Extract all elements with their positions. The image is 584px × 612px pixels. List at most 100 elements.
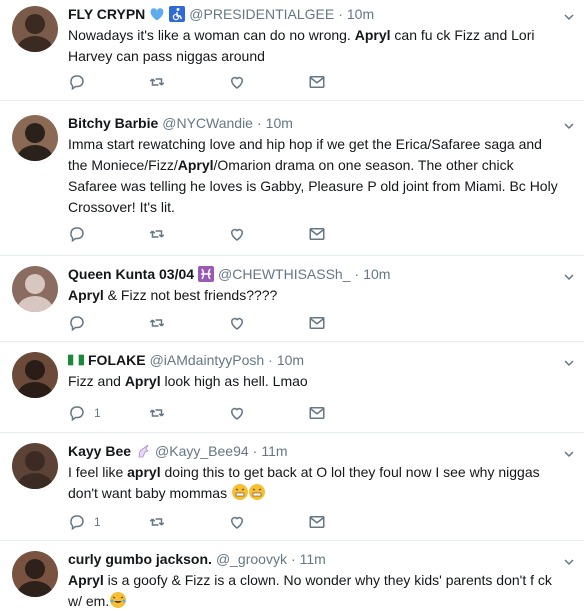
reply-button[interactable] — [68, 314, 148, 332]
reply-button[interactable]: 1 — [68, 404, 148, 422]
display-name[interactable]: curly gumbo jackson. — [68, 551, 212, 567]
reply-button[interactable]: 1 — [68, 513, 148, 531]
highlighted-keyword: Apryl — [177, 157, 214, 173]
tweet-text: Apryl is a goofy & Fizz is a clown. No w… — [68, 570, 560, 612]
avatar[interactable] — [12, 352, 58, 398]
display-name[interactable]: Bitchy Barbie — [68, 115, 158, 131]
tweet-header: Bitchy Barbie @NYCWandie · 10m — [68, 114, 560, 132]
timestamp[interactable]: 10m — [277, 352, 304, 368]
text-segment: Fizz and — [68, 373, 125, 389]
tweet-actions — [68, 225, 388, 243]
avatar[interactable] — [12, 115, 58, 161]
tweet-header: curly gumbo jackson. @_groovyk · 11m — [68, 550, 560, 568]
tweet-header: FLY CRYPN @PRESIDENTIALGEE · 10m — [68, 5, 560, 23]
tweet[interactable]: curly gumbo jackson. @_groovyk · 11m Apryl i… — [0, 541, 584, 609]
chevron-down-icon[interactable] — [564, 269, 574, 281]
retweet-icon — [148, 404, 166, 422]
tweet-actions: 1 — [68, 513, 388, 531]
tweet[interactable]: Queen Kunta 03/04 @CHEWTHISASSh_ · 10m Apryl… — [0, 256, 584, 342]
retweet-button[interactable] — [148, 314, 228, 332]
reply-icon — [68, 404, 86, 422]
separator-dot: · — [268, 352, 273, 368]
timestamp[interactable]: 10m — [266, 115, 293, 131]
direct-message-button[interactable] — [308, 225, 388, 243]
direct-message-button[interactable] — [308, 314, 388, 332]
retweet-icon — [148, 513, 166, 531]
mail-icon — [308, 73, 326, 91]
tweet[interactable]: Kayy Bee @Kayy_Bee94 · 11m I feel like apryl… — [0, 433, 584, 541]
tweet-text: Fizz and Apryl look high as hell. Lmao — [68, 371, 560, 392]
timestamp[interactable]: 11m — [261, 443, 287, 459]
chevron-down-icon[interactable] — [564, 554, 574, 566]
reply-icon — [68, 225, 86, 243]
avatar[interactable] — [12, 266, 58, 312]
display-name[interactable]: FLY CRYPN — [68, 6, 145, 22]
separator-dot: · — [256, 115, 262, 131]
retweet-button[interactable] — [148, 404, 228, 422]
user-handle[interactable]: @_groovyk — [216, 551, 287, 567]
user-handle[interactable]: @Kayy_Bee94 — [155, 443, 249, 459]
display-name[interactable]: Kayy Bee — [68, 443, 131, 459]
reply-count: 1 — [94, 515, 101, 529]
user-handle[interactable]: @CHEWTHISASSh_ — [218, 266, 350, 282]
text-segment: is a goofy & Fizz is a clown. No wonder … — [68, 572, 552, 609]
avatar[interactable] — [12, 551, 58, 597]
chevron-down-icon[interactable] — [564, 9, 574, 21]
direct-message-button[interactable] — [308, 513, 388, 531]
timestamp[interactable]: 10m — [347, 6, 374, 22]
reply-icon — [68, 513, 86, 531]
unicorn-emoji — [135, 443, 151, 459]
display-name[interactable]: FOLAKE — [88, 352, 146, 368]
tweet[interactable]: FOLAKE @iAMdaintyyPosh · 10m Fizz and Apryl … — [0, 342, 584, 433]
like-button[interactable] — [228, 404, 308, 422]
avatar[interactable] — [12, 6, 58, 52]
nigeria-flag-emoji — [68, 352, 88, 368]
tweet[interactable]: FLY CRYPN @PRESIDENTIALGEE · 10m Nowadays it… — [0, 0, 584, 101]
mail-icon — [308, 314, 326, 332]
like-button[interactable] — [228, 513, 308, 531]
chevron-down-icon[interactable] — [564, 446, 574, 458]
text-segment: Nowadays it's like a woman can do no wro… — [68, 27, 355, 43]
avatar[interactable] — [12, 443, 58, 489]
tweet-header: Queen Kunta 03/04 @CHEWTHISASSh_ · 10m — [68, 265, 560, 283]
retweet-icon — [148, 225, 166, 243]
retweet-button[interactable] — [148, 225, 228, 243]
timestamp[interactable]: 11m — [300, 551, 326, 567]
user-handle[interactable]: @NYCWandie — [162, 115, 253, 131]
tweet-actions — [68, 314, 388, 332]
pisces-emoji — [198, 266, 215, 282]
retweet-button[interactable] — [148, 513, 228, 531]
heart-icon — [228, 314, 246, 332]
retweet-button[interactable] — [148, 73, 228, 91]
heart-icon — [228, 225, 246, 243]
like-button[interactable] — [228, 73, 308, 91]
text-segment: look high as hell. Lmao — [160, 373, 308, 389]
like-button[interactable] — [228, 314, 308, 332]
direct-message-button[interactable] — [308, 73, 388, 91]
separator-dot: · — [338, 6, 343, 22]
like-button[interactable] — [228, 225, 308, 243]
timestamp[interactable]: 10m — [363, 266, 390, 282]
tweet-actions: 1 — [68, 404, 388, 422]
tweet-header: FOLAKE @iAMdaintyyPosh · 10m — [68, 351, 560, 369]
user-handle[interactable]: @iAMdaintyyPosh — [150, 352, 265, 368]
reply-icon — [68, 314, 86, 332]
heart-icon — [228, 404, 246, 422]
user-handle[interactable]: @PRESIDENTIALGEE — [189, 6, 334, 22]
laughing-crying-emoji — [110, 592, 127, 608]
highlighted-keyword: Apryl — [68, 287, 104, 303]
heart-icon — [228, 73, 246, 91]
chevron-down-icon[interactable] — [564, 118, 574, 130]
highlighted-keyword: Apryl — [124, 373, 161, 389]
reply-button[interactable] — [68, 73, 148, 91]
wheelchair-symbol-emoji — [169, 6, 186, 22]
tweet[interactable]: Bitchy Barbie @NYCWandie · 10m Imma start re… — [0, 101, 584, 256]
direct-message-button[interactable] — [308, 404, 388, 422]
chevron-down-icon[interactable] — [564, 355, 574, 367]
mail-icon — [308, 404, 326, 422]
display-name[interactable]: Queen Kunta 03/04 — [68, 266, 194, 282]
retweet-icon — [148, 314, 166, 332]
retweet-icon — [148, 73, 166, 91]
reply-button[interactable] — [68, 225, 148, 243]
separator-dot: · — [252, 443, 258, 459]
